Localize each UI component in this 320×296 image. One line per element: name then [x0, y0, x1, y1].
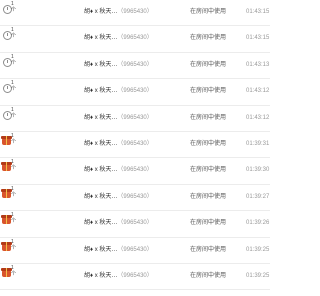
record-icon: 1个 [1, 159, 17, 175]
user-id: （9965430） [117, 88, 153, 95]
list-item: 1个 胡♦ x 秋天…（9965430） 在房间中使用 01:43:12 [0, 106, 270, 132]
record-icon: 1个 [2, 80, 17, 96]
item-count: 1个 [11, 264, 17, 277]
record-icon: 1个 [1, 185, 17, 202]
usage-time: 01:43:15 [246, 9, 270, 15]
usage-time: 01:43:12 [246, 114, 270, 121]
user-name: 胡♦ x 秋天…（9965430） [84, 87, 153, 95]
usage-status: 在房间中使用 [190, 140, 227, 147]
usage-status: 在房间中使用 [190, 114, 227, 121]
user-name: 胡♦ x 秋天…（9965430） [84, 8, 153, 16]
usage-status: 在房间中使用 [190, 246, 227, 253]
user-name: 胡♦ x 秋天…（9965430） [84, 246, 153, 254]
user-id: （9965430） [117, 167, 153, 174]
user-nickname: 胡♦ x 秋天… [84, 88, 118, 95]
user-nickname: 胡♦ x 秋天… [84, 246, 118, 253]
usage-time: 01:39:30 [246, 167, 270, 174]
user-nickname: 胡♦ x 秋天… [84, 114, 118, 121]
user-nickname: 胡♦ x 秋天… [84, 9, 118, 15]
record-icon: 1个 [2, 53, 17, 70]
user-name: 胡♦ x 秋天…（9965430） [84, 166, 153, 174]
usage-time: 01:39:26 [246, 220, 270, 227]
item-count: 1个 [11, 27, 17, 40]
user-nickname: 胡♦ x 秋天… [84, 193, 118, 200]
usage-time: 01:39:27 [246, 193, 270, 200]
usage-status: 在房间中使用 [190, 35, 227, 42]
gift-icon [1, 188, 12, 198]
list-item: 1个 胡♦ x 秋天…（9965430） 在房间中使用 01:39:25 [0, 264, 270, 291]
user-nickname: 胡♦ x 秋天… [84, 167, 118, 174]
record-icon: 1个 [2, 1, 17, 17]
record-icon: 1个 [2, 106, 17, 123]
item-count: 1个 [11, 159, 17, 172]
user-id: （9965430） [117, 193, 153, 200]
usage-time: 01:39:31 [246, 140, 270, 147]
usage-time: 01:43:12 [246, 88, 270, 95]
list-item: 1个 胡♦ x 秋天…（9965430） 在房间中使用 01:39:26 [0, 211, 270, 238]
usage-status: 在房间中使用 [190, 61, 227, 68]
list-item: 1个 胡♦ x 秋天…（9965430） 在房间中使用 01:43:12 [0, 79, 270, 106]
record-icon: 1个 [1, 212, 17, 228]
item-count: 1个 [11, 212, 17, 225]
user-nickname: 胡♦ x 秋天… [84, 272, 118, 279]
list-item: 1个 胡♦ x 秋天…（9965430） 在房间中使用 01:43:13 [0, 53, 270, 80]
user-nickname: 胡♦ x 秋天… [84, 140, 118, 147]
item-count: 1个 [11, 53, 17, 66]
usage-status: 在房间中使用 [190, 193, 227, 200]
item-count: 1个 [11, 132, 17, 145]
user-nickname: 胡♦ x 秋天… [84, 35, 118, 42]
list-item: 1个 胡♦ x 秋天…（9965430） 在房间中使用 01:43:15 [0, 26, 270, 53]
user-nickname: 胡♦ x 秋天… [84, 220, 118, 227]
list-item: 1个 胡♦ x 秋天…（9965430） 在房间中使用 01:39:31 [0, 132, 270, 159]
user-name: 胡♦ x 秋天…（9965430） [84, 193, 153, 201]
usage-status: 在房间中使用 [190, 9, 227, 15]
user-name: 胡♦ x 秋天…（9965430） [84, 114, 153, 122]
usage-status: 在房间中使用 [190, 167, 227, 174]
gift-icon [1, 267, 12, 277]
usage-status: 在房间中使用 [190, 272, 227, 279]
usage-status: 在房间中使用 [190, 220, 227, 227]
user-id: （9965430） [117, 246, 153, 253]
user-id: （9965430） [117, 272, 153, 279]
list-item: 1个 胡♦ x 秋天…（9965430） 在房间中使用 01:39:27 [0, 185, 270, 212]
list-item: 1个 胡♦ x 秋天…（9965430） 在房间中使用 01:39:30 [0, 158, 270, 185]
item-count: 1个 [11, 185, 17, 198]
usage-record-list: 1个 胡♦ x 秋天…（9965430） 在房间中使用 01:43:15 1个 … [0, 0, 270, 291]
user-id: （9965430） [117, 220, 153, 227]
user-name: 胡♦ x 秋天…（9965430） [84, 140, 153, 148]
gift-icon [1, 215, 12, 225]
gift-icon [1, 135, 12, 145]
user-id: （9965430） [117, 9, 153, 15]
user-id: （9965430） [117, 114, 153, 121]
record-icon: 1个 [1, 132, 17, 149]
usage-time: 01:43:15 [246, 35, 270, 42]
user-nickname: 胡♦ x 秋天… [84, 61, 118, 68]
item-count: 1个 [11, 106, 17, 119]
usage-time: 01:39:25 [246, 272, 270, 279]
user-name: 胡♦ x 秋天…（9965430） [84, 61, 153, 69]
user-name: 胡♦ x 秋天…（9965430） [84, 34, 153, 42]
item-count: 1个 [11, 238, 17, 251]
user-name: 胡♦ x 秋天…（9965430） [84, 272, 153, 280]
gift-icon [1, 162, 12, 172]
user-id: （9965430） [117, 61, 153, 68]
usage-time: 01:43:13 [246, 61, 270, 68]
gift-icon [1, 241, 12, 251]
record-icon: 1个 [2, 27, 17, 43]
user-name: 胡♦ x 秋天…（9965430） [84, 219, 153, 227]
usage-time: 01:39:25 [246, 246, 270, 253]
list-item: 1个 胡♦ x 秋天…（9965430） 在房间中使用 01:43:15 [0, 0, 270, 27]
user-id: （9965430） [117, 140, 153, 147]
item-count: 1个 [11, 1, 17, 13]
record-icon: 1个 [1, 238, 17, 255]
record-icon: 1个 [1, 264, 17, 281]
user-id: （9965430） [117, 35, 153, 42]
usage-status: 在房间中使用 [190, 88, 227, 95]
list-item: 1个 胡♦ x 秋天…（9965430） 在房间中使用 01:39:25 [0, 238, 270, 264]
item-count: 1个 [11, 80, 17, 93]
